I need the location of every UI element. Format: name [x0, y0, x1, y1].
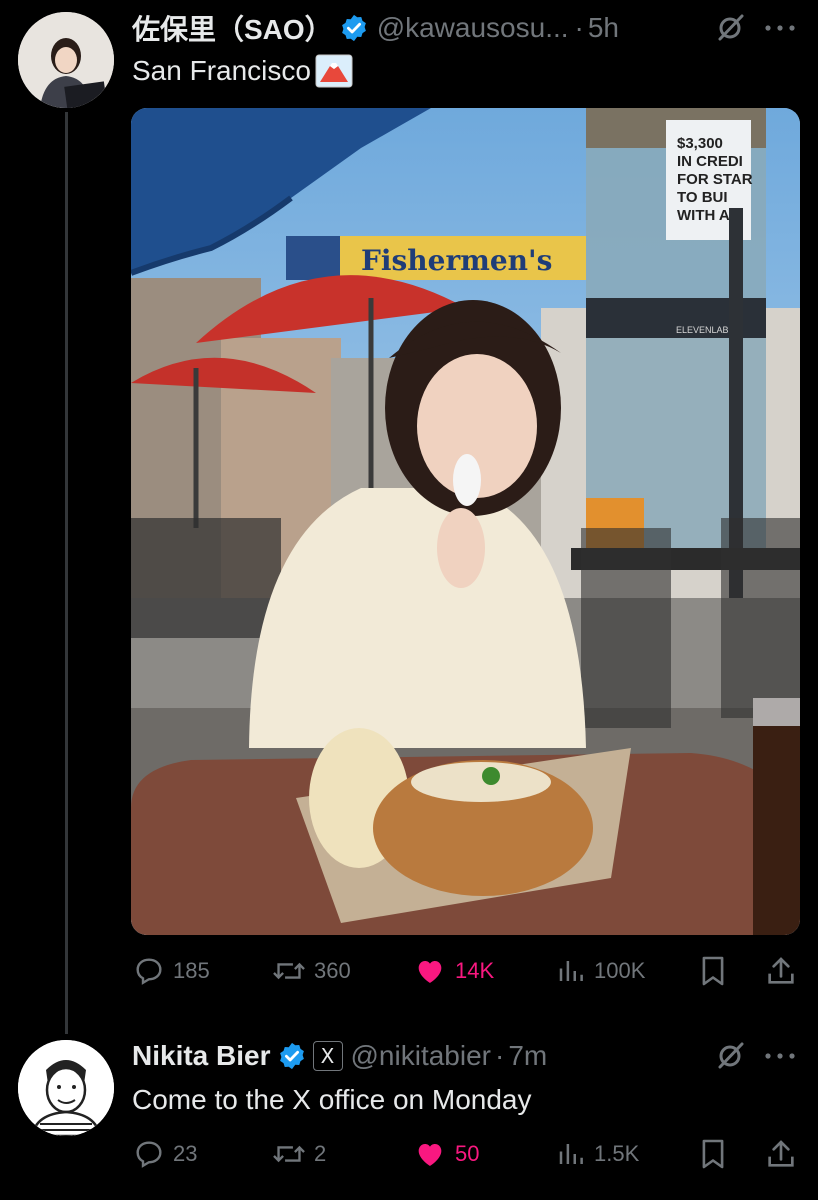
views-chart-icon [559, 961, 583, 981]
reply-repost-count: 2 [314, 1141, 327, 1166]
bookmark-icon [702, 1139, 724, 1169]
tweet-text: San Francisco [132, 55, 311, 86]
kiosk-line-3: FOR STAR [677, 171, 753, 188]
reply-verified-badge-icon [277, 1041, 307, 1071]
reply-header: Nikita Bier X @nikitabier · 7m [132, 1036, 547, 1076]
reply-grok-icon[interactable] [712, 1038, 748, 1074]
kiosk-line-1: $3,300 [677, 135, 723, 152]
repost-count: 360 [314, 958, 351, 983]
reply-bookmark-button[interactable] [696, 1135, 730, 1173]
heart-filled-icon [418, 1144, 442, 1166]
reply-author-avatar[interactable] [18, 1040, 114, 1136]
views-chart-icon [559, 1144, 583, 1164]
author-name[interactable]: 佐保里（SAO） [132, 8, 333, 48]
repost-button[interactable]: 360 [272, 954, 351, 988]
bookmark-button[interactable] [696, 952, 730, 990]
illustrated-avatar-icon [18, 1040, 114, 1136]
kiosk-line-4: TO BUI [677, 189, 728, 206]
kiosk-line-5: WITH A [677, 207, 730, 224]
reply-like-count: 50 [455, 1141, 480, 1166]
author-avatar[interactable] [18, 12, 114, 108]
reply-author-handle[interactable]: @nikitabier [351, 1040, 491, 1072]
reply-views-count: 1.5K [594, 1141, 640, 1166]
photo-scene-icon: Fishermen's $3,300 IN CREDI FOR STAR TO … [131, 108, 800, 935]
more-options-icon[interactable] [760, 10, 800, 46]
reply-views-button[interactable]: 1.5K [556, 1137, 639, 1171]
bookmark-icon [702, 956, 724, 986]
views-count: 100K [594, 958, 646, 983]
repost-icon [273, 1145, 305, 1163]
share-icon [768, 1140, 794, 1167]
avatar-photo-icon [18, 12, 114, 108]
banner-text: Fishermen's [361, 244, 552, 277]
views-button[interactable]: 100K [556, 954, 645, 988]
reply-timestamp[interactable]: 7m [508, 1040, 547, 1072]
author-handle[interactable]: @kawausosu... [377, 12, 569, 44]
reply-button[interactable]: 185 [133, 954, 210, 988]
like-count: 14K [455, 958, 495, 983]
reply-dot-separator: · [494, 1040, 505, 1071]
reply-like-button[interactable]: 50 [413, 1137, 479, 1171]
reply-share-button[interactable] [762, 1135, 800, 1173]
mount-fuji-emoji-icon [315, 54, 353, 88]
tweet-header: 佐保里（SAO） @kawausosu... · 5h [132, 8, 619, 48]
grok-icon[interactable] [712, 10, 748, 46]
reply-icon [136, 1141, 162, 1168]
verified-badge-icon [339, 13, 369, 43]
x-affiliate-badge-icon[interactable]: X [312, 1041, 343, 1071]
reply-repost-button[interactable]: 2 [272, 1137, 326, 1171]
reply-reply-count: 23 [173, 1141, 198, 1166]
share-button[interactable] [762, 952, 800, 990]
reply-reply-button[interactable]: 23 [133, 1137, 197, 1171]
reply-count: 185 [173, 958, 210, 983]
repost-icon [273, 962, 305, 980]
reply-icon [136, 958, 162, 985]
share-icon [768, 957, 794, 984]
tweet-photo[interactable]: Fishermen's $3,300 IN CREDI FOR STAR TO … [131, 108, 800, 935]
tweet-timestamp[interactable]: 5h [588, 12, 619, 44]
heart-filled-icon [418, 961, 442, 983]
tweet-text-row: San Francisco [132, 53, 353, 89]
dot-separator: · [574, 12, 584, 43]
kiosk-small-text: ELEVENLAB [676, 325, 729, 335]
kiosk-line-2: IN CREDI [677, 153, 743, 170]
reply-more-options-icon[interactable] [760, 1038, 800, 1074]
thread-line [65, 112, 68, 1034]
like-button[interactable]: 14K [413, 954, 494, 988]
reply-author-name[interactable]: Nikita Bier [132, 1040, 271, 1072]
reply-text: Come to the X office on Monday [132, 1084, 532, 1115]
